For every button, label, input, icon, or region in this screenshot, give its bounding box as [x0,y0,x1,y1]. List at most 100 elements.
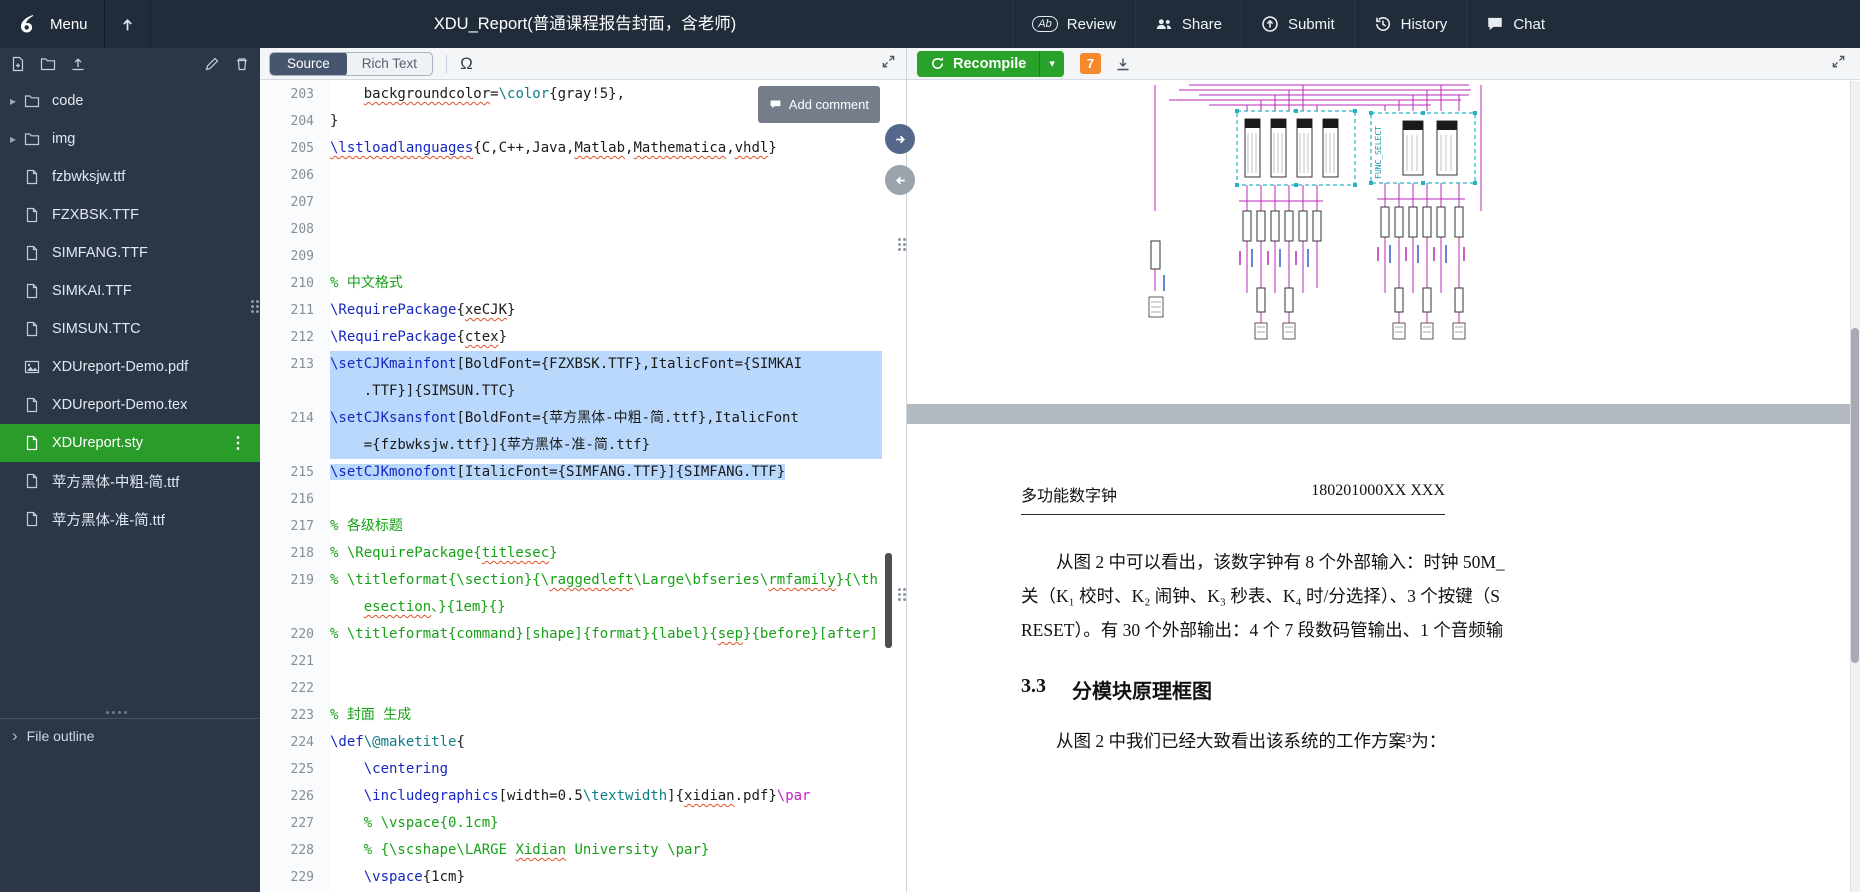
tree-item-FZXBSK.TTF[interactable]: FZXBSK.TTF [0,196,260,234]
kebab-menu-icon[interactable]: ⋮ [230,433,246,453]
tree-item-SIMSUN.TTC[interactable]: SIMSUN.TTC [0,310,260,348]
editor-fullscreen-button[interactable] [881,54,896,74]
pdf-page-1: FUNC_SELECT [907,81,1850,404]
expand-icon [881,54,896,69]
file-icon [24,397,40,413]
line-content: \includegraphics[width=0.5\textwidth]{xi… [330,783,882,810]
pdf-scrollbar-thumb[interactable] [1851,328,1859,663]
review-icon: Ab [1032,16,1057,32]
code-line-226[interactable]: 226 \includegraphics[width=0.5\textwidth… [260,783,906,810]
code-line-207[interactable]: 207 [260,189,906,216]
tree-item-code[interactable]: ▸code [0,82,260,120]
back-to-projects-button[interactable] [105,0,151,48]
recompile-dropdown[interactable]: ▾ [1039,51,1064,77]
code-line-215[interactable]: 215\setCJKmonofont[ItalicFont={SIMFANG.T… [260,459,906,486]
line-number: 216 [260,486,330,513]
share-button[interactable]: Share [1135,0,1241,48]
delete-trash-icon[interactable] [234,56,250,72]
code-line-222[interactable]: 222 [260,675,906,702]
folder-caret-icon[interactable]: ▸ [10,94,24,108]
recompile-main[interactable]: Recompile [917,51,1039,77]
tab-source[interactable]: Source [270,52,347,76]
code-line-227[interactable]: 227 % \vspace{0.1cm} [260,810,906,837]
pdf-fullscreen-button[interactable] [1831,54,1846,74]
code-line-208[interactable]: 208 [260,216,906,243]
history-label: History [1401,16,1448,33]
tree-item-label: SIMSUN.TTC [52,321,141,337]
tree-item-SIMKAI.TTF[interactable]: SIMKAI.TTF [0,272,260,310]
chat-button[interactable]: Chat [1466,0,1564,48]
upload-file-icon[interactable] [70,56,86,72]
menu-button[interactable]: Menu [0,0,105,48]
tree-item-label: FZXBSK.TTF [52,207,139,223]
code-line-210[interactable]: 210% 中文格式 [260,270,906,297]
line-number: 229 [260,864,330,891]
pdf-divider-grip-bottom[interactable] [898,588,906,601]
line-content: % 封面 生成 [330,702,882,729]
collapse-edit-panel-button[interactable] [885,124,915,154]
tree-item-苹方黑体-准-简.ttf[interactable]: 苹方黑体-准-简.ttf [0,500,260,538]
tree-item-苹方黑体-中粗-简.ttf[interactable]: 苹方黑体-中粗-简.ttf [0,462,260,500]
code-editor[interactable]: 203 backgroundcolor=\color{gray!5},204}2… [260,81,906,892]
code-line-214[interactable]: 214\setCJKsansfont[BoldFont={苹方黑体-中粗-简.t… [260,405,906,459]
tree-item-fzbwksjw.ttf[interactable]: fzbwksjw.ttf [0,158,260,196]
new-folder-icon[interactable] [40,56,56,72]
pdf-toolbar: Recompile ▾ 7 [907,48,1860,80]
tree-item-SIMFANG.TTF[interactable]: SIMFANG.TTF [0,234,260,272]
code-line-206[interactable]: 206 [260,162,906,189]
refresh-icon [930,56,945,71]
collapse-pdf-panel-button[interactable] [885,165,915,195]
download-pdf-button[interactable] [1115,56,1131,72]
code-line-212[interactable]: 212\RequirePackage{ctex} [260,324,906,351]
line-content: \def\@maketitle{ [330,729,882,756]
tree-item-XDUreport-Demo.tex[interactable]: XDUreport-Demo.tex [0,386,260,424]
code-line-218[interactable]: 218% \RequirePackage{titlesec} [260,540,906,567]
file-tree: ▸code▸imgfzbwksjw.ttf FZXBSK.TTF SIMFANG.T… [0,80,260,538]
pdf-divider-grip-top[interactable] [898,238,906,251]
code-line-216[interactable]: 216 [260,486,906,513]
tree-item-img[interactable]: ▸img [0,120,260,158]
outline-resize-grip[interactable] [106,711,127,714]
compile-log-badge[interactable]: 7 [1080,53,1101,74]
code-line-219[interactable]: 219% \titleformat{\section}{\raggedleft\… [260,567,906,621]
line-content: \setCJKmainfont[BoldFont={FZXBSK.TTF},It… [330,351,882,405]
file-outline-header[interactable]: › File outline [0,719,260,744]
line-number: 203 [260,81,330,108]
tab-rich-text[interactable]: Rich Text [347,56,432,71]
pdf-scrollbar-track[interactable] [1850,81,1860,892]
pdf-viewer[interactable]: FUNC_SELECT [907,81,1850,892]
code-line-225[interactable]: 225 \centering [260,756,906,783]
tree-item-XDUreport-Demo.pdf[interactable]: XDUreport-Demo.pdf [0,348,260,386]
folder-caret-icon[interactable]: ▸ [10,132,24,146]
review-button[interactable]: Ab Review [1012,0,1135,48]
symbol-palette-button[interactable]: Ω [460,54,473,74]
code-line-224[interactable]: 224\def\@maketitle{ [260,729,906,756]
file-outline-label: File outline [27,728,95,744]
toolbar-divider [446,55,447,73]
code-line-213[interactable]: 213\setCJKmainfont[BoldFont={FZXBSK.TTF}… [260,351,906,405]
line-content: \setCJKsansfont[BoldFont={苹方黑体-中粗-简.ttf}… [330,405,882,459]
file-icon [24,435,40,451]
sidebar-resize-grip[interactable] [251,300,259,313]
folder-icon [24,131,40,147]
code-line-229[interactable]: 229 \vspace{1cm} [260,864,906,891]
editor-scrollbar-thumb[interactable] [885,553,892,648]
tree-item-XDUreport.sty[interactable]: XDUreport.sty⋮ [0,424,260,462]
recompile-button[interactable]: Recompile ▾ [917,51,1064,77]
rename-pencil-icon[interactable] [204,56,220,72]
code-line-211[interactable]: 211\RequirePackage{xeCJK} [260,297,906,324]
new-file-icon[interactable] [10,56,26,72]
tree-item-label: XDUreport-Demo.tex [52,397,187,413]
code-line-223[interactable]: 223% 封面 生成 [260,702,906,729]
submit-button[interactable]: Submit [1241,0,1354,48]
code-line-220[interactable]: 220% \titleformat{command}[shape]{format… [260,621,906,648]
code-line-228[interactable]: 228 % {\scshape\LARGE Xidian University … [260,837,906,864]
code-line-221[interactable]: 221 [260,648,906,675]
code-line-209[interactable]: 209 [260,243,906,270]
code-line-217[interactable]: 217% 各级标题 [260,513,906,540]
history-button[interactable]: History [1354,0,1467,48]
line-number: 211 [260,297,330,324]
code-line-205[interactable]: 205\lstloadlanguages{C,C++,Java,Matlab,M… [260,135,906,162]
add-comment-button[interactable]: Add comment [758,86,880,123]
line-content: % \titleformat{\section}{\raggedleft\Lar… [330,567,882,621]
